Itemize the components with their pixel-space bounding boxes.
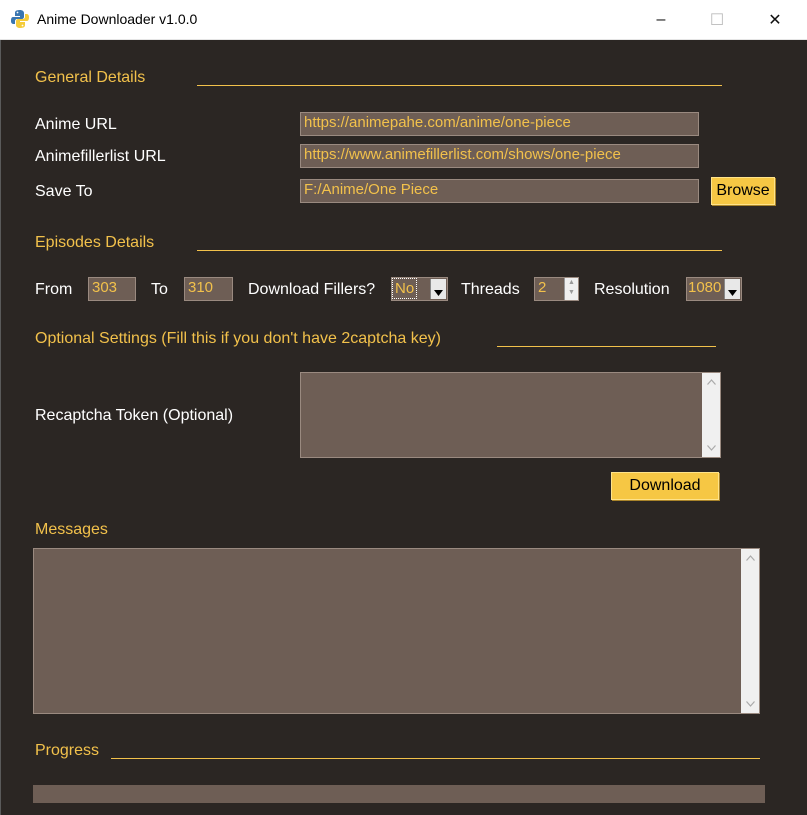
window-title: Anime Downloader v1.0.0 — [37, 11, 198, 27]
recaptcha-scrollbar[interactable] — [702, 373, 720, 457]
scroll-up-icon[interactable] — [741, 549, 759, 567]
progress-heading: Progress — [35, 742, 100, 759]
spin-down-icon[interactable]: ▼ — [565, 288, 578, 298]
minimize-icon: – — [656, 10, 666, 28]
messages-output[interactable] — [33, 548, 760, 714]
progress-divider — [111, 758, 760, 759]
optional-divider — [497, 346, 716, 347]
episodes-divider — [197, 250, 722, 251]
to-episode-input[interactable]: 310 — [184, 277, 233, 301]
scroll-down-icon[interactable] — [741, 695, 759, 713]
download-fillers-select[interactable]: No — [391, 277, 448, 301]
close-button[interactable]: ✕ — [752, 0, 798, 39]
resolution-label: Resolution — [594, 281, 670, 298]
save-to-input[interactable]: F:/Anime/One Piece — [300, 179, 699, 203]
scroll-up-icon[interactable] — [702, 373, 720, 391]
threads-stepper[interactable]: ▲ ▼ — [564, 278, 578, 300]
chevron-down-icon[interactable] — [724, 279, 740, 299]
maximize-icon: ☐ — [709, 11, 725, 29]
close-icon: ✕ — [768, 11, 782, 29]
python-icon — [11, 10, 29, 28]
episodes-details-heading: Episodes Details — [35, 234, 155, 251]
recaptcha-label: Recaptcha Token (Optional) — [35, 407, 234, 424]
chevron-down-icon[interactable] — [430, 279, 446, 299]
to-label: To — [151, 281, 168, 298]
maximize-button[interactable]: ☐ — [694, 0, 740, 39]
title-bar: Anime Downloader v1.0.0 – ☐ ✕ — [0, 0, 807, 40]
download-fillers-value: No — [392, 278, 418, 299]
minimize-button[interactable]: – — [638, 0, 684, 39]
save-to-label: Save To — [35, 183, 93, 200]
messages-heading: Messages — [35, 521, 108, 538]
threads-label: Threads — [461, 281, 520, 298]
anime-url-input[interactable]: https://animepahe.com/anime/one-piece — [300, 112, 699, 136]
filler-url-input[interactable]: https://www.animefillerlist.com/shows/on… — [300, 144, 699, 168]
browse-button[interactable]: Browse — [711, 177, 775, 205]
general-details-heading: General Details — [35, 69, 146, 86]
threads-value: 2 — [538, 279, 547, 296]
download-button[interactable]: Download — [611, 472, 719, 500]
anime-url-label: Anime URL — [35, 116, 117, 133]
filler-url-label: Animefillerlist URL — [35, 148, 166, 165]
download-fillers-label: Download Fillers? — [248, 281, 376, 298]
resolution-value: 1080 — [688, 279, 722, 296]
from-episode-input[interactable]: 303 — [88, 277, 136, 301]
recaptcha-token-input[interactable] — [300, 372, 721, 458]
scroll-down-icon[interactable] — [702, 439, 720, 457]
progress-bar — [33, 785, 765, 803]
general-divider — [197, 85, 722, 86]
optional-settings-heading: Optional Settings (Fill this if you don'… — [35, 330, 441, 347]
main-panel: General Details Anime URL https://animep… — [0, 40, 807, 815]
resolution-select[interactable]: 1080 — [686, 277, 742, 301]
threads-spinbox[interactable]: 2 ▲ ▼ — [534, 277, 579, 301]
messages-scrollbar[interactable] — [741, 549, 759, 713]
from-label: From — [35, 281, 73, 298]
